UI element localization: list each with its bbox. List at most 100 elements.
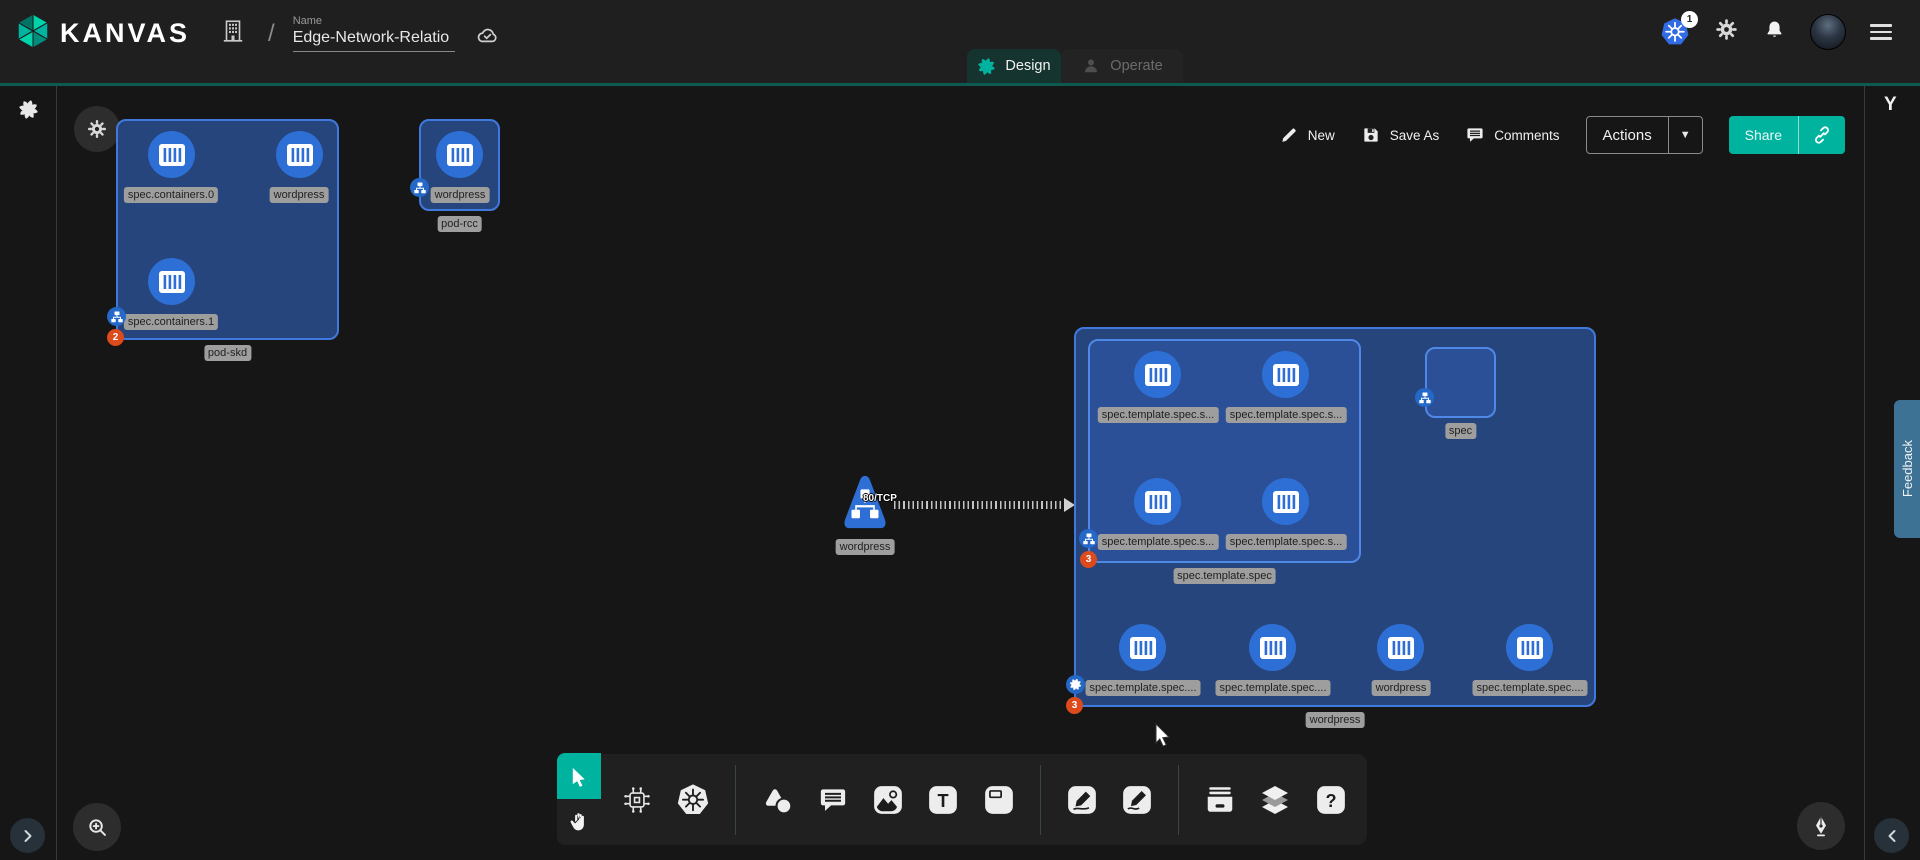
pod-connection-badge-icon[interactable] (1415, 388, 1434, 407)
tab-design[interactable]: Design (967, 49, 1061, 83)
node-label: spec.template.spec.... (1216, 680, 1331, 696)
node-label: spec.template.spec.s... (1098, 407, 1219, 423)
user-avatar[interactable] (1810, 14, 1846, 50)
kanvas-logo-icon (14, 12, 52, 55)
comment-tool-icon[interactable] (816, 784, 848, 816)
help-question-icon[interactable] (1315, 784, 1347, 816)
container-node[interactable] (148, 131, 195, 178)
note-tool-icon[interactable] (982, 784, 1014, 816)
group-spec[interactable]: spec (1425, 347, 1496, 418)
comment-bubble-icon (1465, 125, 1485, 145)
edge-service-to-deployment[interactable] (894, 501, 1064, 509)
layers-icon[interactable] (1259, 784, 1291, 816)
group-pod-skd[interactable]: spec.containers.0 wordpress spec.contain… (116, 119, 339, 340)
design-name-block: Name Edge-Network-Relatio (293, 15, 455, 52)
container-node[interactable] (1262, 478, 1309, 525)
container-node[interactable] (1262, 351, 1309, 398)
group-label: wordpress (1306, 712, 1365, 728)
text-tool-icon[interactable] (927, 784, 959, 816)
sync-spinner-icon (18, 99, 39, 125)
container-node[interactable] (1134, 478, 1181, 525)
kubernetes-context-count-badge: 1 (1681, 11, 1698, 28)
new-pencil-icon (1279, 125, 1299, 145)
shapes-icon[interactable] (761, 785, 793, 815)
design-name-label: Name (293, 15, 455, 27)
node-label: wordpress (270, 187, 329, 203)
design-toolbar: New Save As Comments Actions ▼ Share (1279, 116, 1845, 154)
group-spec-template-spec[interactable]: spec.template.spec.s... spec.template.sp… (1088, 339, 1361, 563)
container-node[interactable] (1377, 624, 1424, 671)
feedback-tab[interactable]: Feedback (1894, 400, 1920, 538)
kubernetes-context-icon[interactable]: 1 (1660, 17, 1690, 47)
organization-icon[interactable] (220, 17, 246, 50)
archive-drawer-icon[interactable] (1204, 784, 1236, 816)
draw-freehand-tool-icon[interactable] (1121, 784, 1153, 816)
deployment-badge-icon[interactable] (1066, 675, 1085, 694)
select-tool-button[interactable] (557, 753, 601, 799)
toolbar-divider (1178, 765, 1179, 835)
new-button[interactable]: New (1279, 125, 1335, 145)
left-rail (0, 86, 57, 860)
design-name-input[interactable]: Edge-Network-Relatio (293, 29, 455, 52)
breadcrumb-separator: / (268, 20, 275, 48)
image-tool-icon[interactable] (872, 784, 904, 816)
pod-connection-badge-icon[interactable] (1079, 529, 1098, 548)
dot-grid-toggle-button[interactable] (74, 106, 120, 152)
node-label: spec.template.spec.... (1473, 680, 1588, 696)
node-label: spec.template.spec.s... (1226, 407, 1347, 423)
actions-dropdown-caret[interactable]: ▼ (1668, 117, 1702, 153)
comments-button[interactable]: Comments (1465, 125, 1559, 145)
pan-hand-tool-button[interactable] (557, 799, 601, 845)
tab-operate[interactable]: Operate (1061, 49, 1183, 83)
error-count-badge[interactable]: 3 (1080, 551, 1097, 568)
collapse-right-panel-button[interactable] (1874, 818, 1909, 853)
error-count-badge[interactable]: 2 (107, 329, 124, 346)
container-node[interactable] (1249, 624, 1296, 671)
zoom-search-button[interactable] (73, 803, 121, 851)
node-label: spec.containers.1 (124, 314, 218, 330)
mouse-cursor (1154, 723, 1178, 754)
container-node[interactable] (1506, 624, 1553, 671)
container-node[interactable] (276, 131, 323, 178)
container-node[interactable] (436, 131, 483, 178)
notifications-bell-icon[interactable] (1763, 18, 1786, 46)
tool-column (557, 753, 601, 845)
yaml-panel-toggle[interactable]: Y (1884, 94, 1897, 116)
toolbar-divider (1040, 765, 1041, 835)
actions-split-button[interactable]: Actions ▼ (1586, 116, 1703, 154)
error-count-badge[interactable]: 3 (1066, 697, 1083, 714)
node-label: spec.template.spec.s... (1098, 534, 1219, 550)
node-label: wordpress (431, 187, 490, 203)
save-floppy-icon (1361, 125, 1381, 145)
container-node[interactable] (1119, 624, 1166, 671)
group-pod-rcc[interactable]: wordpress pod-rcc (419, 119, 500, 211)
service-node-wordpress[interactable] (839, 471, 891, 538)
node-label: spec.template.spec.... (1086, 680, 1201, 696)
container-node[interactable] (1134, 351, 1181, 398)
expand-left-panel-button[interactable] (10, 818, 45, 853)
node-label: wordpress (1372, 680, 1431, 696)
logo-text: KANVAS (60, 18, 190, 49)
save-as-button[interactable]: Save As (1361, 125, 1440, 145)
group-label: pod-skd (204, 345, 251, 361)
component-chip-icon[interactable] (621, 784, 653, 816)
bottom-toolbar (601, 754, 1367, 845)
settings-gear-icon[interactable] (1714, 17, 1739, 47)
hamburger-menu-icon[interactable] (1870, 24, 1892, 40)
draw-line-tool-icon[interactable] (1066, 784, 1098, 816)
edge-port-label: 80/TCP (863, 493, 897, 504)
copy-link-icon[interactable] (1798, 116, 1845, 154)
freestyle-draw-button[interactable] (1797, 802, 1845, 850)
canvas-workspace[interactable]: Y Feedback New Save As Comments Actions … (0, 86, 1920, 860)
container-node[interactable] (148, 258, 195, 305)
app-header: KANVAS / Name Edge-Network-Relatio Desig… (0, 0, 1920, 86)
node-label: spec.containers.0 (124, 187, 218, 203)
group-label: spec (1445, 423, 1476, 439)
pod-connection-badge-icon[interactable] (107, 307, 126, 326)
share-button[interactable]: Share (1729, 116, 1845, 154)
node-label: wordpress (836, 539, 895, 555)
group-deployment-wordpress[interactable]: spec.template.spec.s... spec.template.sp… (1074, 327, 1596, 707)
operate-tab-icon (1081, 56, 1101, 76)
pod-connection-badge-icon[interactable] (410, 178, 429, 197)
kubernetes-icon[interactable] (676, 783, 710, 817)
